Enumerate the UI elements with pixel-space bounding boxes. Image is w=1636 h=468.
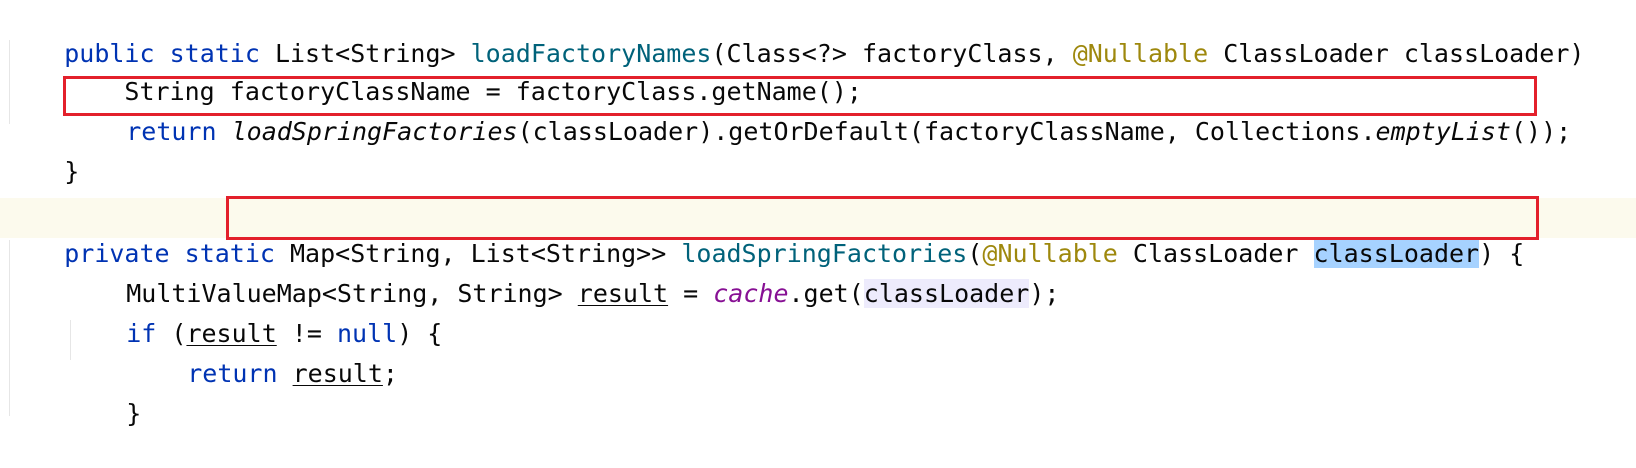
code-token: (classLoader).getOrDefault(factoryClassN…	[517, 117, 1376, 146]
closing-brace: }	[126, 399, 142, 428]
code-editor[interactable]: public static List<String> loadFactoryNa…	[0, 0, 1636, 428]
closing-brace: }	[64, 157, 80, 186]
code-token: ) {	[397, 319, 443, 348]
code-line-8[interactable]: if (result != null) {	[66, 280, 442, 348]
code-line-9[interactable]: return result;	[127, 320, 398, 388]
code-token: =	[668, 279, 714, 308]
method-call[interactable]: emptyList	[1376, 117, 1511, 146]
code-token: ;	[382, 359, 398, 388]
code-line-7[interactable]: MultiValueMap<String, String> result = c…	[66, 240, 1059, 308]
code-token: .get(	[788, 279, 864, 308]
variable-result[interactable]: result	[293, 359, 383, 388]
keyword-return: return	[126, 117, 217, 146]
method-call[interactable]: loadSpringFactories	[232, 117, 518, 146]
code-line-10[interactable]: }	[66, 360, 141, 428]
static-field-cache[interactable]: cache	[713, 279, 788, 308]
code-line-4[interactable]: }	[4, 118, 79, 186]
code-token: ClassLoader classLoader)	[1208, 39, 1585, 68]
selected-parameter[interactable]: classLoader	[1313, 239, 1480, 268]
code-token: ClassLoader	[1117, 239, 1314, 268]
variable-result[interactable]: result	[578, 279, 668, 308]
keyword-return: return	[187, 359, 278, 388]
code-line-1[interactable]: public static List<String> loadFactoryNa…	[4, 0, 1584, 68]
red-highlight-box-return	[63, 76, 1537, 116]
annotation-nullable: @Nullable	[1072, 39, 1209, 68]
code-token: ());	[1510, 117, 1572, 146]
parameter-reference[interactable]: classLoader	[863, 279, 1030, 308]
code-token: );	[1029, 279, 1060, 308]
code-line-2[interactable]: String factoryClassName = factoryClass.g…	[4, 38, 862, 106]
code-token: ) {	[1479, 239, 1525, 268]
red-highlight-box-signature	[226, 196, 1539, 240]
